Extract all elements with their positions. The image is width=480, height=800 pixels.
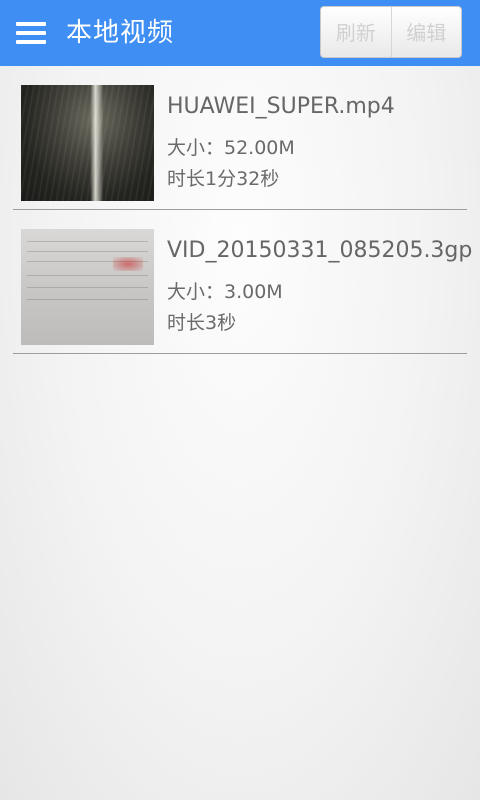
video-size: 大小：3.00M (167, 281, 283, 303)
video-filename: HUAWEI_SUPER.mp4 (167, 94, 395, 119)
video-thumbnail (21, 229, 154, 345)
video-thumbnail (21, 85, 154, 201)
toolbar-button-group: 刷新 编辑 (320, 6, 462, 58)
video-duration: 时长1分32秒 (167, 168, 280, 190)
edit-button[interactable]: 编辑 (391, 6, 462, 58)
refresh-button[interactable]: 刷新 (320, 6, 392, 58)
video-duration: 时长3秒 (167, 312, 237, 334)
video-size: 大小：52.00M (167, 137, 295, 159)
video-list-item[interactable]: VID_20150331_085205.3gp 大小：3.00M 时长3秒 (13, 210, 472, 354)
menu-icon[interactable] (14, 18, 48, 48)
video-filename: VID_20150331_085205.3gp (167, 238, 473, 263)
video-list-item[interactable]: HUAWEI_SUPER.mp4 大小：52.00M 时长1分32秒 (13, 66, 467, 210)
app-bar: 本地视频 刷新 编辑 (0, 0, 480, 66)
video-list: HUAWEI_SUPER.mp4 大小：52.00M 时长1分32秒 VID_2… (0, 66, 480, 354)
page-title: 本地视频 (66, 18, 175, 48)
